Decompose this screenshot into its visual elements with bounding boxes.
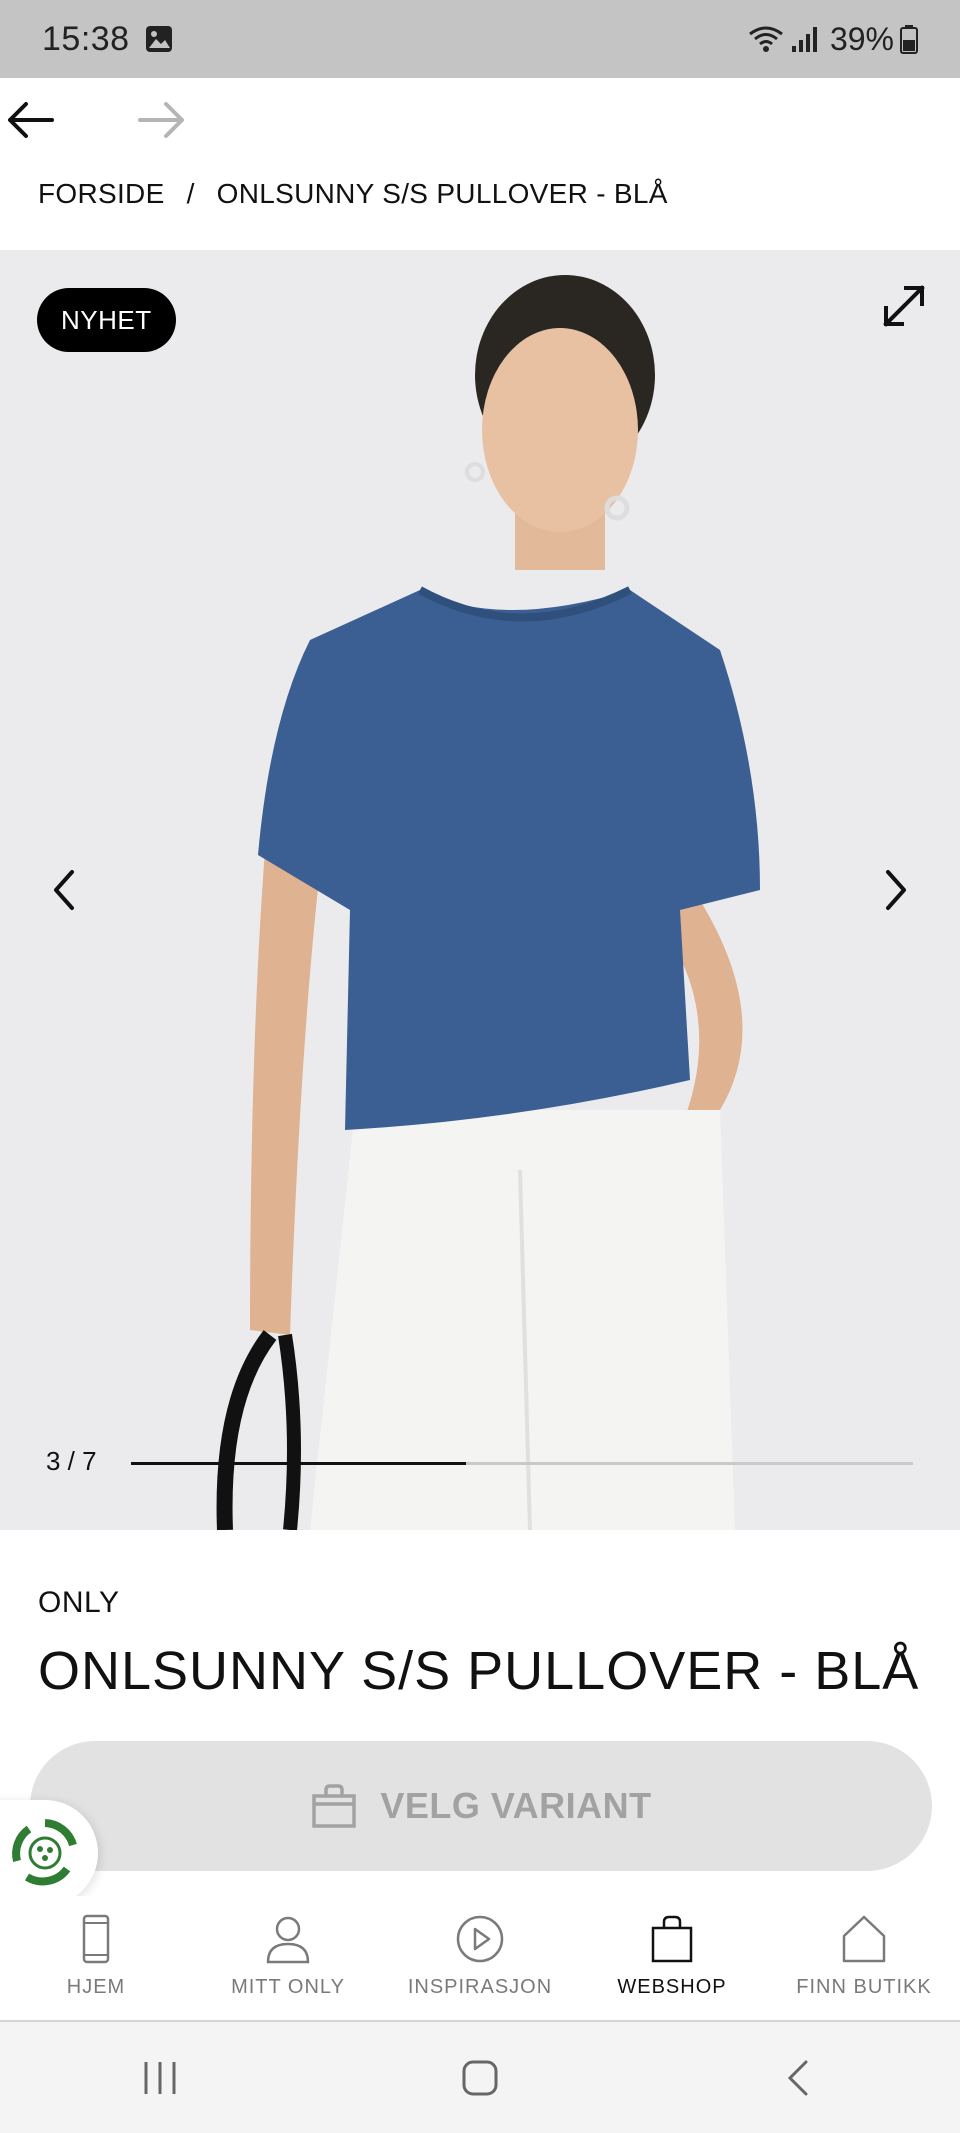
recent-apps-icon[interactable] <box>140 2058 180 2098</box>
nav-label-inspiration: INSPIRASJON <box>407 1976 553 1998</box>
nav-item-webshop[interactable]: WEBSHOP <box>576 1896 768 2020</box>
new-badge: NYHET <box>37 288 176 352</box>
nav-item-inspiration[interactable]: INSPIRASJON <box>384 1896 576 2020</box>
store-icon <box>842 1915 886 1963</box>
product-image-gallery[interactable]: NYHET 3 / 7 <box>0 250 960 1530</box>
home-icon[interactable] <box>460 2058 500 2098</box>
gallery-icon <box>145 26 172 52</box>
shopping-bag-icon <box>651 1915 693 1963</box>
browser-nav <box>0 78 960 158</box>
recycle-icon <box>12 1819 77 1886</box>
nav-item-my-only[interactable]: MITT ONLY <box>192 1896 384 2020</box>
breadcrumb-home[interactable]: FORSIDE <box>38 178 165 210</box>
phone-icon <box>82 1914 110 1964</box>
choose-variant-label: VELG VARIANT <box>380 1785 652 1826</box>
product-title: ONLSUNNY S/S PULLOVER - BLÅ <box>38 1641 920 1701</box>
nav-label-find-store: FINN BUTIKK <box>796 1976 932 1998</box>
back-arrow-icon[interactable] <box>4 98 56 142</box>
image-progress-fill <box>131 1462 467 1465</box>
breadcrumb-separator: / <box>186 178 195 209</box>
battery-icon <box>900 25 918 54</box>
image-counter: 3 / 7 <box>46 1446 97 1476</box>
person-icon <box>266 1916 310 1964</box>
recycle-widget[interactable] <box>0 1800 98 1906</box>
system-nav-bar <box>0 2022 960 2133</box>
play-icon <box>456 1915 504 1963</box>
nav-label-my-only: MITT ONLY <box>231 1976 345 1998</box>
nav-label-home: HJEM <box>66 1976 126 1998</box>
status-time: 15:38 <box>42 19 130 58</box>
nav-item-home[interactable]: HJEM <box>0 1896 192 2020</box>
wifi-icon <box>749 26 783 52</box>
expand-icon[interactable] <box>882 284 926 328</box>
chevron-right-icon[interactable] <box>876 862 916 918</box>
breadcrumb: FORSIDE / ONLSUNNY S/S PULLOVER - BLÅ <box>38 178 668 210</box>
choose-variant-button[interactable]: VELG VARIANT <box>30 1741 932 1871</box>
status-bar: 15:38 39% <box>0 0 960 78</box>
product-photo <box>216 275 760 1530</box>
nav-item-find-store[interactable]: FINN BUTIKK <box>768 1896 960 2020</box>
chevron-left-icon[interactable] <box>44 862 84 918</box>
battery-level: 39% <box>829 20 894 57</box>
image-progress-track <box>131 1462 913 1465</box>
shopping-bag-icon <box>312 1784 357 1828</box>
forward-arrow-icon[interactable] <box>136 98 188 142</box>
bottom-nav: HJEM MITT ONLY INSPIRASJON WEBSHOP FINN … <box>0 1896 960 2022</box>
signal-icon <box>791 27 817 52</box>
system-back-icon[interactable] <box>780 2058 820 2098</box>
status-icons: 39% <box>748 21 918 58</box>
nav-label-webshop: WEBSHOP <box>617 1976 727 1998</box>
breadcrumb-current: ONLSUNNY S/S PULLOVER - BLÅ <box>216 178 668 209</box>
product-brand: ONLY <box>38 1586 120 1619</box>
